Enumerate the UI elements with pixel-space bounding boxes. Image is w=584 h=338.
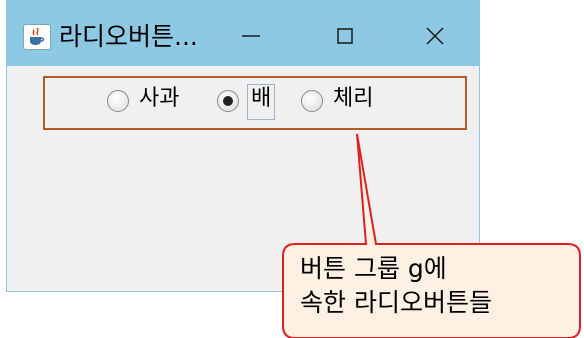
callout-line-2: 속한 라디오버튼들 — [300, 288, 492, 317]
callout-line-1: 버튼 그룹 g에 — [300, 254, 447, 283]
stage: 라디오버튼... 사과 배 체리 버튼 그룹 g에 속한 라디오버튼들 — [0, 0, 584, 338]
callout-text: 버튼 그룹 g에 속한 라디오버튼들 — [300, 252, 492, 320]
callout-bubble — [282, 133, 581, 338]
